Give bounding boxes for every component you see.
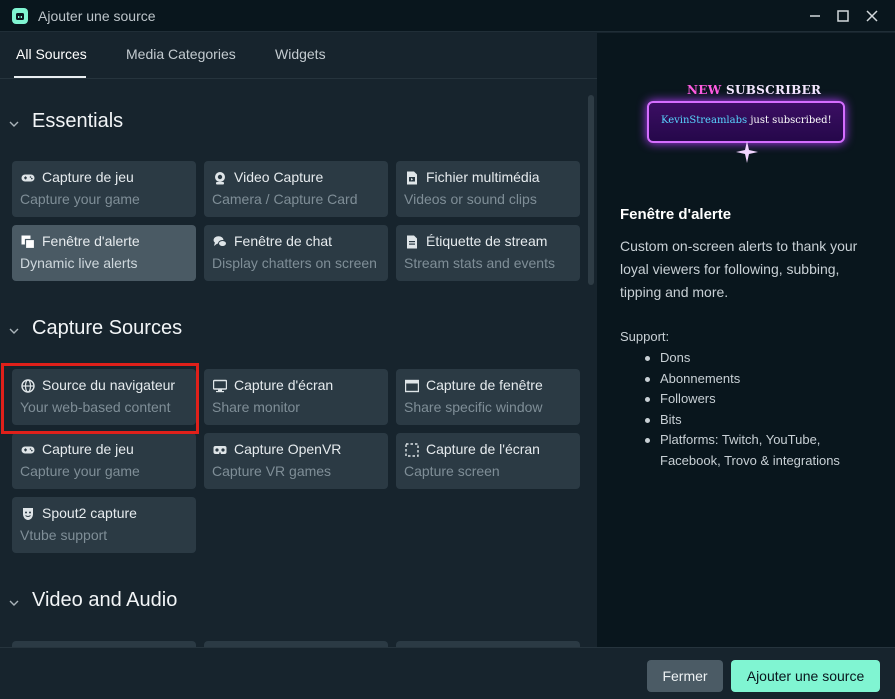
card-subtitle: Share specific window <box>404 399 543 415</box>
section-capture-sources[interactable]: Capture Sources <box>0 315 560 345</box>
webcam-icon <box>215 172 225 185</box>
card-title: Capture de l'écran <box>426 441 540 457</box>
card-subtitle: Capture your game <box>20 463 140 479</box>
preview-message: KevinStreamlabs just subscribed! <box>661 115 832 126</box>
card-subtitle: Dynamic live alerts <box>20 255 138 271</box>
source-tabs: All Sources Media Categories Widgets <box>0 33 597 78</box>
card-subtitle: Vtube support <box>20 527 108 543</box>
dashed-region-icon <box>405 443 419 457</box>
card-title: Source du navigateur <box>42 377 176 393</box>
source-card-window-capture[interactable]: Capture de fenêtre Share specific window <box>396 369 580 425</box>
monitor-icon <box>213 379 227 393</box>
source-card-spout2-capture[interactable]: Spout2 capture Vtube support <box>12 497 196 553</box>
support-item: Dons <box>645 348 880 369</box>
card-title: Capture de jeu <box>42 169 134 185</box>
card-subtitle: Display chatters on screen <box>212 255 377 271</box>
add-source-dialog: Ajouter une source All Sources Media Cat… <box>0 0 895 699</box>
add-source-button[interactable]: Ajouter une source <box>731 660 880 692</box>
card-title: Fenêtre d'alerte <box>42 233 140 249</box>
source-card-screen-region-capture[interactable]: Capture de l'écran Capture screen <box>396 433 580 489</box>
maximize-icon[interactable] <box>833 6 853 26</box>
card-subtitle: Capture VR games <box>212 463 332 479</box>
file-media-icon <box>407 171 417 185</box>
support-item: Followers <box>645 389 880 410</box>
card-subtitle: Capture your game <box>20 191 140 207</box>
scrollbar-thumb[interactable] <box>588 95 594 285</box>
sparkle-icon <box>736 141 758 163</box>
section-essentials[interactable]: Essentials <box>0 108 560 138</box>
tab-widgets[interactable]: Widgets <box>275 46 326 62</box>
section-video-and-audio[interactable]: Video and Audio <box>0 587 560 617</box>
card-subtitle: Camera / Capture Card <box>212 191 358 207</box>
card-subtitle: Your web-based content <box>20 399 171 415</box>
source-details-panel: NEW SUBSCRIBER KevinStreamlabs just subs… <box>597 33 895 647</box>
source-card-openvr-capture[interactable]: Capture OpenVR Capture VR games <box>204 433 388 489</box>
card-title: Capture de jeu <box>42 441 134 457</box>
vr-headset-icon <box>213 446 227 454</box>
support-item: Bits <box>645 410 880 431</box>
globe-icon <box>21 379 35 393</box>
mask-icon <box>23 508 33 520</box>
source-card-game-capture-2[interactable]: Capture de jeu Capture your game <box>12 433 196 489</box>
source-card-chat-box[interactable]: Fenêtre de chat Display chatters on scre… <box>204 225 388 281</box>
card-title: Capture d'écran <box>234 377 334 393</box>
source-card-media-file[interactable]: Fichier multimédia Videos or sound clips <box>396 161 580 217</box>
source-card-browser-source[interactable]: Source du navigateur Your web-based cont… <box>12 369 196 425</box>
source-card-stream-label[interactable]: Étiquette de stream Stream stats and eve… <box>396 225 580 281</box>
card-title: Étiquette de stream <box>426 233 548 249</box>
chat-icon <box>213 236 227 247</box>
section-title: Essentials <box>32 110 124 132</box>
preview-banner: KevinStreamlabs just subscribed! <box>647 101 845 143</box>
support-item: Platforms: Twitch, YouTube, Facebook, Tr… <box>645 430 880 471</box>
card-title: Fenêtre de chat <box>234 233 333 249</box>
section-title: Capture Sources <box>32 317 183 339</box>
alert-preview-image: NEW SUBSCRIBER KevinStreamlabs just subs… <box>645 81 850 167</box>
card-subtitle: Capture screen <box>404 463 500 479</box>
details-description: Custom on-screen alerts to thank your lo… <box>620 238 858 300</box>
chevron-down-icon <box>9 600 19 606</box>
gamepad-icon <box>21 446 35 454</box>
minimize-icon[interactable] <box>805 6 825 26</box>
card-title: Video Capture <box>234 169 324 185</box>
chevron-down-icon <box>9 328 19 334</box>
source-card-game-capture[interactable]: Capture de jeu Capture your game <box>12 161 196 217</box>
dialog-footer: Fermer Ajouter une source <box>0 647 895 699</box>
close-button[interactable]: Fermer <box>647 660 723 692</box>
support-item: Abonnements <box>645 369 880 390</box>
section-title: Video and Audio <box>32 589 178 611</box>
source-card-display-capture[interactable]: Capture d'écran Share monitor <box>204 369 388 425</box>
card-title: Fichier multimédia <box>426 169 540 185</box>
card-subtitle: Share monitor <box>212 399 300 415</box>
card-subtitle: Stream stats and events <box>404 255 555 271</box>
window-icon <box>405 379 419 393</box>
card-title: Spout2 capture <box>42 505 137 521</box>
close-icon[interactable] <box>862 6 882 26</box>
support-list: Dons Abonnements Followers Bits Platform… <box>645 348 880 471</box>
details-title: Fenêtre d'alerte <box>620 206 732 223</box>
preview-heading: NEW SUBSCRIBER <box>687 83 822 97</box>
card-title: Capture OpenVR <box>234 441 342 457</box>
tab-all-sources[interactable]: All Sources <box>16 46 87 62</box>
window-title: Ajouter une source <box>38 8 156 24</box>
card-subtitle: Videos or sound clips <box>404 191 537 207</box>
support-label: Support: <box>620 329 670 344</box>
chevron-down-icon <box>9 121 19 127</box>
gamepad-icon <box>21 174 35 182</box>
alert-box-icon <box>21 235 35 249</box>
source-card-video-capture[interactable]: Video Capture Camera / Capture Card <box>204 161 388 217</box>
source-card-alert-box[interactable]: Fenêtre d'alerte Dynamic live alerts <box>12 225 196 281</box>
source-list: Essentials Capture de jeu Capture your g… <box>0 79 597 647</box>
tab-media-categories[interactable]: Media Categories <box>126 46 236 62</box>
document-icon <box>407 235 417 249</box>
title-bar: Ajouter une source <box>0 0 895 32</box>
streamlabs-logo-icon <box>12 8 28 24</box>
card-title: Capture de fenêtre <box>426 377 543 393</box>
